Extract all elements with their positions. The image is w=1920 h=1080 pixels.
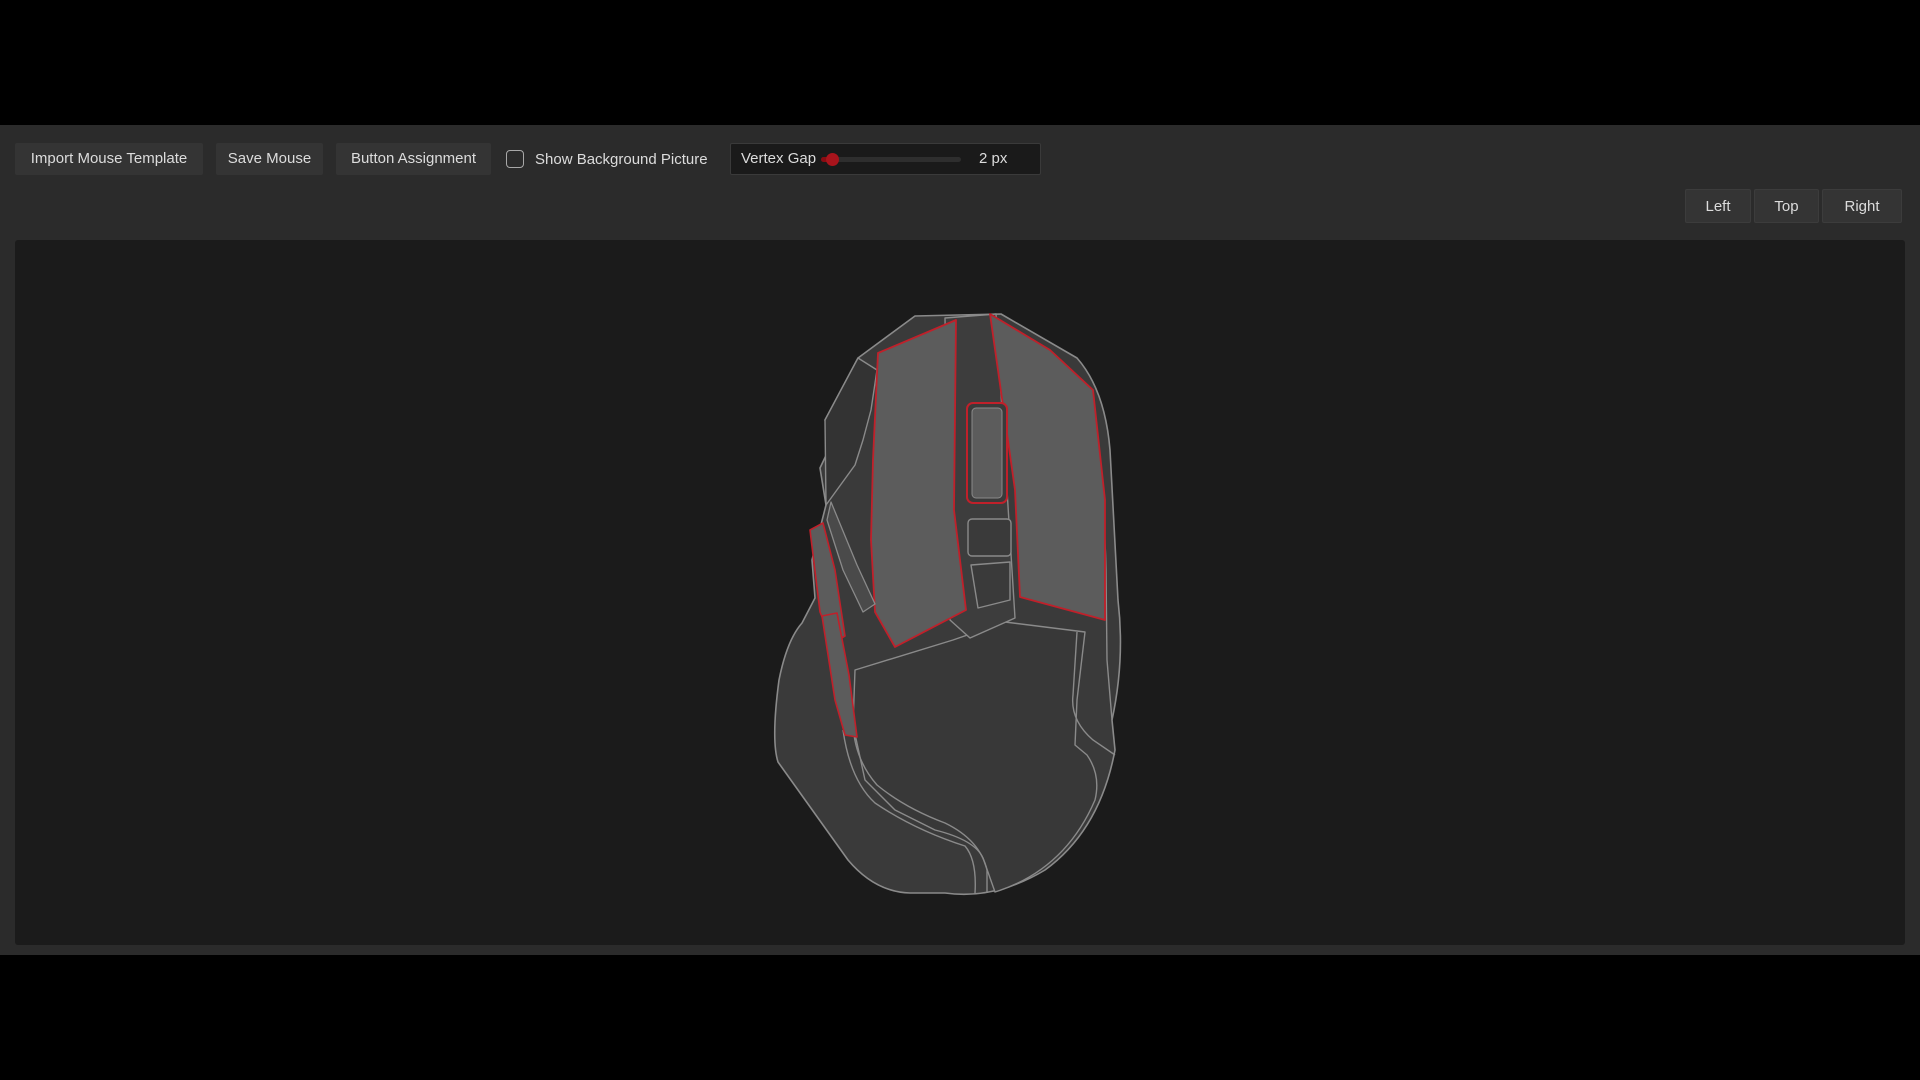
scroll-wheel-inner — [971, 407, 1003, 499]
dpi-up-button[interactable] — [967, 518, 1012, 557]
vertex-gap-slider-handle[interactable] — [826, 153, 840, 166]
save-mouse-button[interactable]: Save Mouse — [216, 143, 323, 175]
view-selector: Left Top Right — [1685, 189, 1902, 223]
show-background-picture-toggle[interactable]: Show Background Picture — [506, 143, 708, 175]
vertex-gap-control: Vertex Gap 2 px — [730, 143, 1041, 175]
button-assignment-button[interactable]: Button Assignment — [336, 143, 491, 175]
vertex-gap-label: Vertex Gap — [741, 150, 817, 167]
view-left-button[interactable]: Left — [1685, 189, 1751, 223]
import-mouse-template-button[interactable]: Import Mouse Template — [15, 143, 203, 175]
mouse-editor-window: Import Mouse Template Save Mouse Button … — [0, 125, 1920, 955]
view-top-button[interactable]: Top — [1754, 189, 1819, 223]
vertex-gap-slider[interactable] — [821, 153, 961, 166]
show-background-checkbox[interactable] — [506, 150, 524, 168]
left-mouse-button[interactable] — [870, 319, 967, 648]
view-right-button[interactable]: Right — [1822, 189, 1902, 223]
mouse-template-drawing — [773, 313, 1122, 896]
mouse-canvas[interactable] — [15, 240, 1905, 945]
vertex-gap-value: 2 px — [979, 150, 1008, 167]
dpi-down-button[interactable] — [970, 561, 1011, 609]
show-background-label: Show Background Picture — [535, 150, 708, 168]
